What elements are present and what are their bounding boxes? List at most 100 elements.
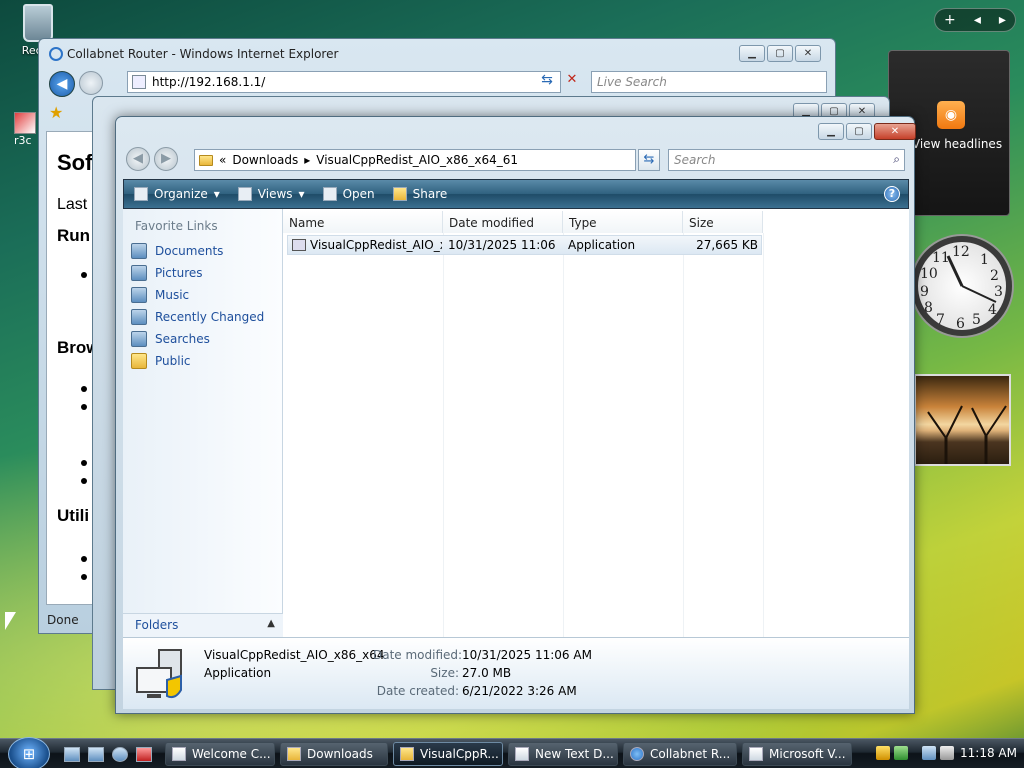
list-bullet bbox=[81, 478, 87, 484]
details-filetype: Application bbox=[204, 666, 272, 680]
explorer-window[interactable]: ▁ ▢ ✕ ◀ ▶ « Downloads ▸ VisualCppRedist_… bbox=[115, 116, 916, 714]
folders-toggle[interactable]: Folders ▲ bbox=[123, 613, 283, 637]
taskbar-item-label: VisualCppR... bbox=[420, 747, 499, 761]
file-list: Name Date modified Type Size VisualCppRe… bbox=[283, 209, 909, 637]
close-button[interactable]: ✕ bbox=[874, 123, 916, 140]
views-label: Views bbox=[257, 187, 293, 201]
taskbar-clock[interactable]: 11:18 AM bbox=[960, 746, 1017, 760]
nav-item-searches[interactable]: Searches bbox=[131, 329, 210, 349]
maximize-button[interactable]: ▢ bbox=[767, 45, 793, 62]
breadcrumb-overflow[interactable]: « bbox=[219, 153, 226, 167]
nav-item-label: Pictures bbox=[155, 266, 203, 280]
back-button[interactable]: ◀ bbox=[49, 71, 75, 97]
forward-button[interactable] bbox=[79, 71, 103, 95]
searches-icon bbox=[131, 331, 147, 347]
windows-flag-icon[interactable] bbox=[894, 746, 908, 760]
desktop-shortcut-label: r3c bbox=[14, 134, 32, 147]
breadcrumb[interactable]: « Downloads ▸ VisualCppRedist_AIO_x86_x6… bbox=[194, 149, 705, 171]
notepad-icon bbox=[515, 747, 529, 761]
views-button[interactable]: Views ▾ bbox=[237, 187, 305, 201]
favorite-links-title: Favorite Links bbox=[135, 219, 218, 233]
search-icon[interactable]: ⌕ bbox=[893, 152, 900, 167]
network-icon[interactable] bbox=[922, 746, 936, 760]
taskbar: ⊞ Welcome C... Downloads VisualCppR... N… bbox=[0, 737, 1024, 768]
address-bar[interactable]: http://192.168.1.1/ bbox=[127, 71, 561, 93]
file-type: Application bbox=[568, 238, 636, 252]
refresh-icon[interactable]: ⇆ bbox=[638, 149, 660, 171]
nav-item-pictures[interactable]: Pictures bbox=[131, 263, 203, 283]
open-button[interactable]: Open bbox=[322, 187, 375, 201]
nav-item-label: Searches bbox=[155, 332, 210, 346]
ie-quicklaunch-icon[interactable] bbox=[112, 747, 128, 762]
stop-icon[interactable]: ✕ bbox=[563, 72, 581, 92]
file-date: 10/31/2025 11:06 ... bbox=[448, 238, 560, 252]
taskbar-item-microsoft[interactable]: Microsoft V... bbox=[742, 742, 852, 766]
table-row[interactable]: VisualCppRedist_AIO_x... 10/31/2025 11:0… bbox=[287, 235, 762, 255]
recently-changed-icon bbox=[131, 309, 147, 325]
column-header-date-modified[interactable]: Date modified bbox=[443, 211, 563, 233]
security-shield-icon[interactable] bbox=[876, 746, 890, 760]
switch-windows-icon[interactable] bbox=[88, 747, 104, 762]
show-desktop-icon[interactable] bbox=[64, 747, 80, 762]
minimize-button[interactable]: ▁ bbox=[818, 123, 844, 140]
ie-window-controls: ▁ ▢ ✕ bbox=[739, 45, 821, 62]
minimize-button[interactable]: ▁ bbox=[739, 45, 765, 62]
chevron-up-icon: ▲ bbox=[267, 618, 275, 629]
desktop-shortcut-icon[interactable]: r3c bbox=[14, 112, 38, 152]
details-filename: VisualCppRedist_AIO_x86_x64 bbox=[204, 648, 385, 662]
back-button[interactable]: ◀ bbox=[126, 147, 150, 171]
nav-item-recently-changed[interactable]: Recently Changed bbox=[131, 307, 264, 327]
folder-icon bbox=[199, 154, 213, 166]
nav-item-public[interactable]: Public bbox=[131, 351, 191, 371]
column-header-type[interactable]: Type bbox=[563, 211, 683, 233]
command-bar: Organize ▾ Views ▾ Open Share ? bbox=[123, 179, 909, 209]
sidebar-next-button[interactable]: ▸ bbox=[999, 12, 1006, 28]
list-bullet bbox=[81, 386, 87, 392]
shortcut-shape bbox=[14, 112, 36, 134]
list-bullet bbox=[81, 404, 87, 410]
share-button[interactable]: Share bbox=[392, 187, 447, 201]
details-pane: VisualCppRedist_AIO_x86_x64 Application … bbox=[123, 637, 909, 709]
ie-icon bbox=[630, 747, 644, 761]
tree-silhouette bbox=[927, 405, 1007, 464]
taskbar-item-downloads[interactable]: Downloads bbox=[280, 742, 388, 766]
maximize-button[interactable]: ▢ bbox=[846, 123, 872, 140]
column-header-name[interactable]: Name bbox=[283, 211, 443, 233]
forward-button[interactable]: ▶ bbox=[154, 147, 178, 171]
nav-item-music[interactable]: Music bbox=[131, 285, 189, 305]
nav-item-label: Music bbox=[155, 288, 190, 302]
slideshow-gadget[interactable] bbox=[914, 374, 1011, 466]
app-quicklaunch-icon[interactable] bbox=[136, 747, 152, 762]
volume-muted-icon[interactable] bbox=[940, 746, 954, 760]
column-header-size[interactable]: Size bbox=[683, 211, 763, 233]
ie-search-input[interactable]: Live Search bbox=[591, 71, 827, 93]
clock-gadget[interactable]: 12 1 2 3 4 5 6 7 8 9 10 11 bbox=[912, 230, 1012, 358]
search-input[interactable]: Search ⌕ bbox=[668, 149, 905, 171]
breadcrumb-current-folder[interactable]: VisualCppRedist_AIO_x86_x64_61 bbox=[316, 153, 518, 167]
application-icon bbox=[292, 239, 306, 251]
column-divider bbox=[563, 233, 564, 637]
refresh-icon[interactable]: ⇆ bbox=[536, 72, 558, 92]
favorites-star-icon[interactable]: ★ bbox=[49, 103, 63, 122]
help-icon[interactable]: ? bbox=[884, 186, 900, 202]
taskbar-item-welcome[interactable]: Welcome C... bbox=[165, 742, 275, 766]
size-value: 27.0 MB bbox=[462, 666, 512, 680]
share-icon bbox=[392, 187, 407, 201]
rss-feed-icon: ◉ bbox=[937, 101, 965, 129]
date-modified-label: Date modified: bbox=[373, 648, 463, 662]
close-button[interactable]: ✕ bbox=[795, 45, 821, 62]
nav-item-documents[interactable]: Documents bbox=[131, 241, 223, 261]
start-button[interactable]: ⊞ bbox=[8, 737, 50, 768]
taskbar-item-visualcpp[interactable]: VisualCppR... bbox=[393, 742, 503, 766]
add-gadget-button[interactable]: + bbox=[944, 12, 956, 28]
organize-button[interactable]: Organize ▾ bbox=[134, 187, 220, 201]
breadcrumb-downloads[interactable]: Downloads bbox=[232, 153, 298, 167]
breadcrumb-separator[interactable]: ▸ bbox=[304, 153, 310, 167]
taskbar-item-collabnet[interactable]: Collabnet R... bbox=[623, 742, 737, 766]
list-bullet bbox=[81, 556, 87, 562]
file-size: 27,665 KB bbox=[696, 238, 758, 252]
taskbar-item-new-text[interactable]: New Text D... bbox=[508, 742, 618, 766]
open-label: Open bbox=[342, 187, 375, 201]
list-bullet bbox=[81, 272, 87, 278]
sidebar-prev-button[interactable]: ◂ bbox=[974, 12, 981, 28]
